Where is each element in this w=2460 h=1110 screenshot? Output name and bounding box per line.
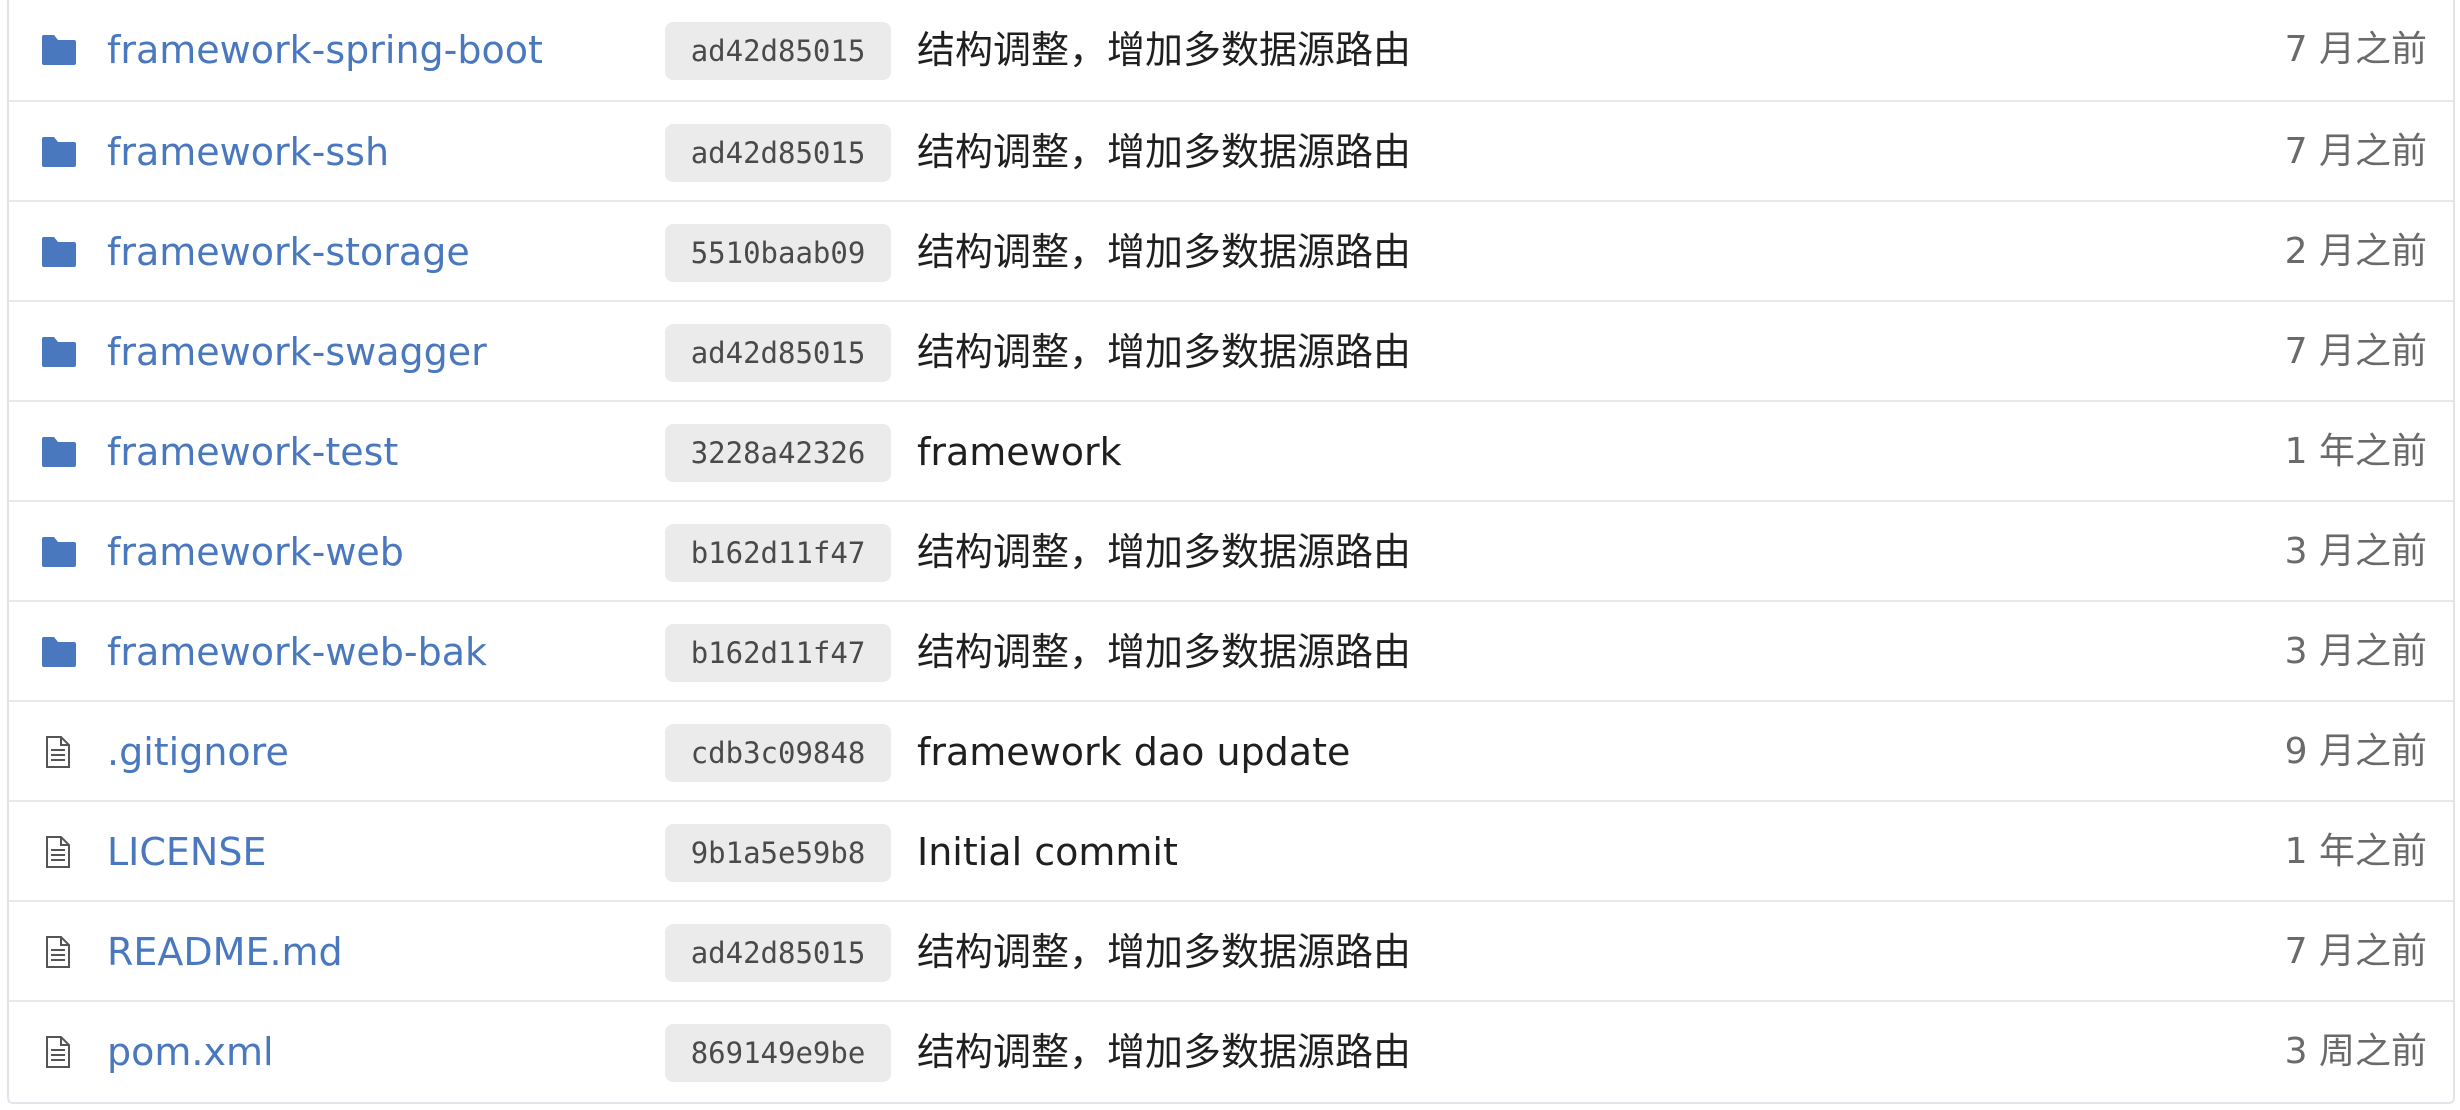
file-name-link[interactable]: .gitignore bbox=[107, 702, 289, 802]
file-icon bbox=[41, 1036, 77, 1068]
commit-sha-badge[interactable]: ad42d85015 bbox=[665, 22, 891, 80]
commit-message[interactable]: 结构调整，增加多数据源路由 bbox=[917, 302, 1411, 402]
file-row: framework-spring-boot ad42d85015 结构调整，增加… bbox=[9, 0, 2453, 100]
commit-age: 2 月之前 bbox=[2284, 231, 2427, 272]
file-row: framework-swagger ad42d85015 结构调整，增加多数据源… bbox=[9, 300, 2453, 402]
file-row: pom.xml 869149e9be 结构调整，增加多数据源路由 3 周之前 bbox=[9, 1000, 2453, 1102]
commit-message[interactable]: 结构调整，增加多数据源路由 bbox=[917, 502, 1411, 602]
file-row: framework-ssh ad42d85015 结构调整，增加多数据源路由 7… bbox=[9, 100, 2453, 202]
commit-message[interactable]: 结构调整，增加多数据源路由 bbox=[917, 0, 1411, 100]
commit-age: 7 月之前 bbox=[2284, 931, 2427, 972]
commit-message[interactable]: framework bbox=[917, 402, 1122, 502]
commit-sha-badge[interactable]: b162d11f47 bbox=[665, 524, 891, 582]
file-row: framework-web-bak b162d11f47 结构调整，增加多数据源… bbox=[9, 600, 2453, 702]
commit-age: 9 月之前 bbox=[2284, 731, 2427, 772]
file-name-link[interactable]: LICENSE bbox=[107, 802, 266, 902]
file-name-link[interactable]: framework-storage bbox=[107, 202, 470, 302]
folder-icon bbox=[41, 236, 77, 268]
commit-sha-badge[interactable]: ad42d85015 bbox=[665, 324, 891, 382]
file-name-link[interactable]: framework-web bbox=[107, 502, 404, 602]
commit-sha-badge[interactable]: 869149e9be bbox=[665, 1024, 891, 1082]
commit-message[interactable]: 结构调整，增加多数据源路由 bbox=[917, 1002, 1411, 1102]
commit-sha-badge[interactable]: cdb3c09848 bbox=[665, 724, 891, 782]
commit-age: 1 年之前 bbox=[2284, 431, 2427, 472]
folder-icon bbox=[41, 34, 77, 66]
folder-icon bbox=[41, 436, 77, 468]
file-icon bbox=[41, 936, 77, 968]
commit-message[interactable]: Initial commit bbox=[917, 802, 1178, 902]
commit-sha-badge[interactable]: b162d11f47 bbox=[665, 624, 891, 682]
file-table: framework-spring-boot ad42d85015 结构调整，增加… bbox=[7, 0, 2455, 1104]
commit-age: 3 月之前 bbox=[2284, 631, 2427, 672]
commit-message[interactable]: framework dao update bbox=[917, 702, 1350, 802]
commit-age: 7 月之前 bbox=[2284, 29, 2427, 70]
file-name-link[interactable]: README.md bbox=[107, 902, 343, 1002]
file-row: framework-storage 5510baab09 结构调整，增加多数据源… bbox=[9, 200, 2453, 302]
file-name-link[interactable]: framework-test bbox=[107, 402, 398, 502]
commit-sha-badge[interactable]: 3228a42326 bbox=[665, 424, 891, 482]
file-row: LICENSE 9b1a5e59b8 Initial commit 1 年之前 bbox=[9, 800, 2453, 902]
file-name-link[interactable]: framework-ssh bbox=[107, 102, 389, 202]
commit-message[interactable]: 结构调整，增加多数据源路由 bbox=[917, 102, 1411, 202]
file-name-link[interactable]: framework-web-bak bbox=[107, 602, 487, 702]
folder-icon bbox=[41, 636, 77, 668]
file-icon bbox=[41, 736, 77, 768]
folder-icon bbox=[41, 336, 77, 368]
file-name-link[interactable]: pom.xml bbox=[107, 1002, 274, 1102]
commit-age: 7 月之前 bbox=[2284, 131, 2427, 172]
commit-age: 3 周之前 bbox=[2284, 1031, 2427, 1072]
commit-age: 1 年之前 bbox=[2284, 831, 2427, 872]
file-row: framework-web b162d11f47 结构调整，增加多数据源路由 3… bbox=[9, 500, 2453, 602]
file-icon bbox=[41, 836, 77, 868]
commit-sha-badge[interactable]: ad42d85015 bbox=[665, 924, 891, 982]
commit-sha-badge[interactable]: 5510baab09 bbox=[665, 224, 891, 282]
folder-icon bbox=[41, 536, 77, 568]
commit-sha-badge[interactable]: ad42d85015 bbox=[665, 124, 891, 182]
file-row: .gitignore cdb3c09848 framework dao upda… bbox=[9, 700, 2453, 802]
file-name-link[interactable]: framework-spring-boot bbox=[107, 0, 543, 100]
commit-message[interactable]: 结构调整，增加多数据源路由 bbox=[917, 902, 1411, 1002]
file-row: README.md ad42d85015 结构调整，增加多数据源路由 7 月之前 bbox=[9, 900, 2453, 1002]
file-row: framework-test 3228a42326 framework 1 年之… bbox=[9, 400, 2453, 502]
commit-age: 7 月之前 bbox=[2284, 331, 2427, 372]
folder-icon bbox=[41, 136, 77, 168]
commit-message[interactable]: 结构调整，增加多数据源路由 bbox=[917, 602, 1411, 702]
commit-sha-badge[interactable]: 9b1a5e59b8 bbox=[665, 824, 891, 882]
commit-message[interactable]: 结构调整，增加多数据源路由 bbox=[917, 202, 1411, 302]
file-name-link[interactable]: framework-swagger bbox=[107, 302, 487, 402]
commit-age: 3 月之前 bbox=[2284, 531, 2427, 572]
